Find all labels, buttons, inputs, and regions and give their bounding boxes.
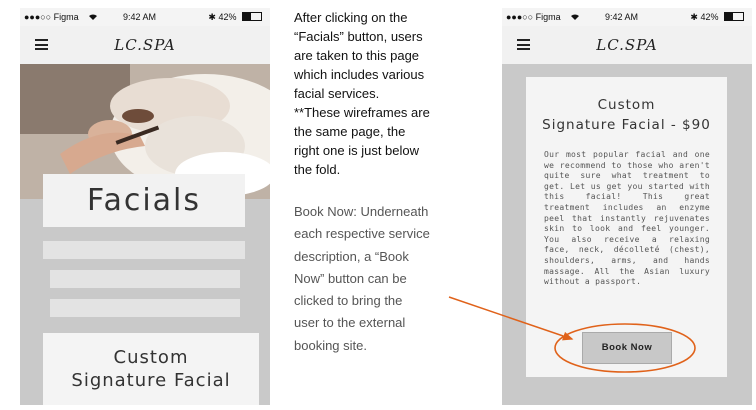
status-time: 9:42 AM bbox=[605, 12, 639, 22]
note-line: Now” button can be bbox=[294, 270, 407, 286]
note-line: which includes various bbox=[294, 67, 425, 82]
note-line: user to the external bbox=[294, 315, 406, 331]
note-line: “Facials” button, users bbox=[294, 29, 423, 44]
status-bar: ●●●○○ Figma 9:42 AM ✱ 42% bbox=[502, 8, 752, 26]
note-line: the fold. bbox=[294, 162, 341, 177]
placeholder-bar bbox=[43, 241, 245, 259]
service-description: Our most popular facial and one we recom… bbox=[544, 150, 710, 287]
note-line: facial services. bbox=[294, 86, 380, 101]
carrier-label: ●●●○○ Figma bbox=[24, 12, 79, 22]
placeholder-bar bbox=[50, 270, 240, 288]
placeholder-bar bbox=[50, 299, 240, 317]
page-title: Facials bbox=[86, 183, 202, 218]
note-line: description, a “Book bbox=[294, 248, 409, 264]
card-title-line-1: Custom bbox=[113, 347, 189, 368]
card-title-line-2: Signature Facial bbox=[71, 370, 231, 391]
wifi-icon bbox=[89, 14, 97, 20]
battery-icon bbox=[242, 12, 262, 21]
service-card: Custom Signature Facial - $90 Our most p… bbox=[526, 77, 727, 377]
note-line: Book Now: Underneath bbox=[294, 204, 429, 219]
battery-indicator: ✱ 42% bbox=[208, 12, 262, 23]
hero-title-box: Facials bbox=[43, 174, 245, 227]
annotation-facials: After clicking on the “Facials” button, … bbox=[294, 8, 430, 179]
status-time: 9:42 AM bbox=[123, 12, 157, 22]
nav-bar: LC.SPA bbox=[502, 26, 752, 64]
wireframe-right: ●●●○○ Figma 9:42 AM ✱ 42% LC.SPA Custom … bbox=[502, 8, 752, 405]
battery-icon bbox=[724, 12, 744, 21]
note-line: booking site. bbox=[294, 337, 367, 353]
note-line: are taken to this page bbox=[294, 48, 420, 63]
battery-indicator: ✱ 42% bbox=[690, 12, 744, 23]
note-line: **These wireframes are bbox=[294, 105, 430, 120]
note-line: After clicking on the bbox=[294, 10, 408, 25]
service-title-line-1: Custom bbox=[597, 97, 656, 113]
wifi-icon bbox=[571, 14, 579, 20]
annotation-book-now: Book Now: Underneath each respective ser… bbox=[294, 201, 430, 357]
wireframe-left: ●●●○○ Figma 9:42 AM ✱ 42% LC.SPA Facials… bbox=[20, 8, 270, 405]
service-card-preview: Custom Signature Facial bbox=[43, 333, 259, 405]
note-line: the same page, the bbox=[294, 124, 406, 139]
battery-percent: 42% bbox=[218, 12, 237, 22]
status-bar: ●●●○○ Figma 9:42 AM ✱ 42% bbox=[20, 8, 270, 26]
brand-logo[interactable]: LC.SPA bbox=[20, 36, 270, 54]
service-title-line-2: Signature Facial - $90 bbox=[542, 117, 711, 133]
brand-logo[interactable]: LC.SPA bbox=[502, 36, 752, 54]
note-line: clicked to bring the bbox=[294, 293, 403, 309]
bluetooth-icon: ✱ bbox=[208, 12, 216, 22]
nav-bar: LC.SPA bbox=[20, 26, 270, 64]
note-line: right one is just below bbox=[294, 143, 420, 158]
note-line: each respective service bbox=[294, 226, 430, 242]
battery-percent: 42% bbox=[700, 12, 719, 22]
book-now-button[interactable]: Book Now bbox=[582, 332, 672, 364]
carrier-label: ●●●○○ Figma bbox=[506, 12, 561, 22]
bluetooth-icon: ✱ bbox=[690, 12, 698, 22]
